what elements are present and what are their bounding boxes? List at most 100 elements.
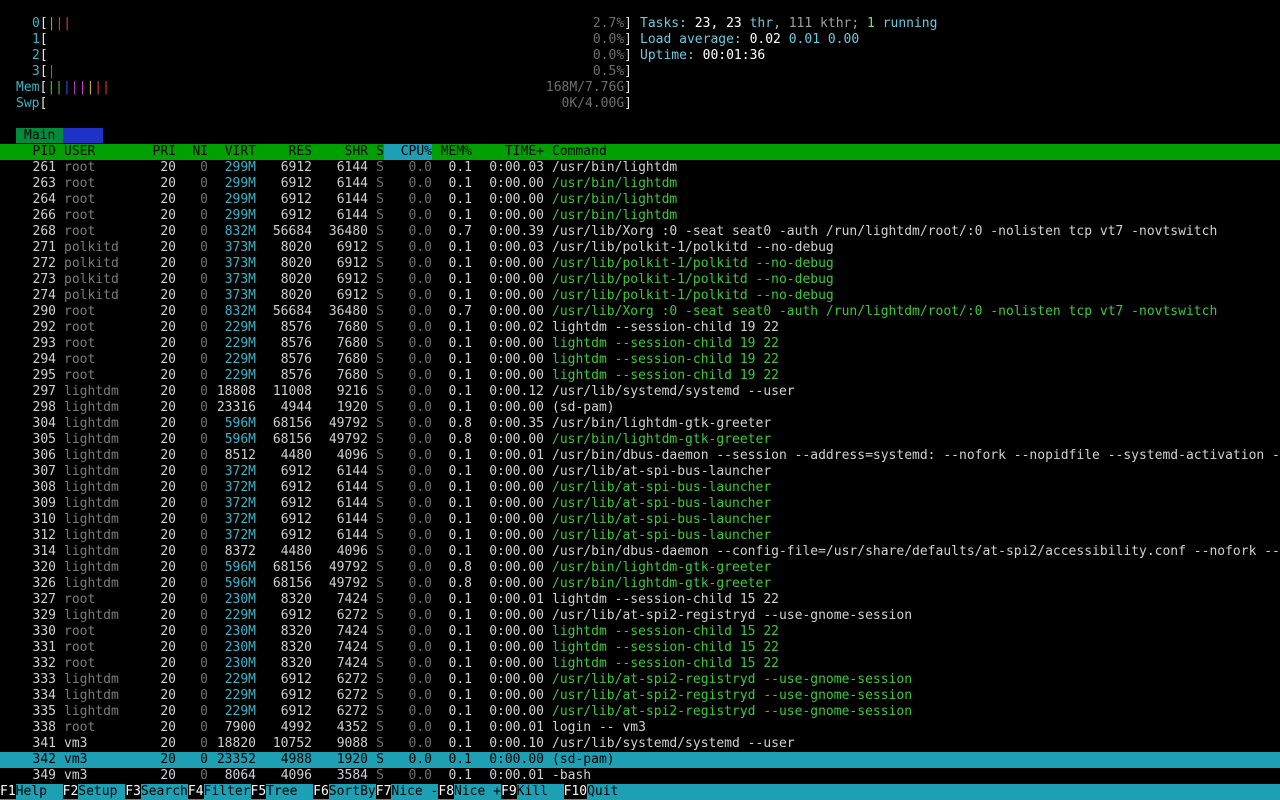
process-row[interactable]: 341 vm3 20 0 18820 10752 9088 S 0.0 0.1 0:00.10/us… (0, 736, 1280, 752)
process-row[interactable]: 297 lightdm 20 0 18808 11008 9216 S 0.0 0.1 0:00.1… (0, 384, 1280, 400)
process-row[interactable]: 264 root 20 0 299M 6912 6144 S 0.0 0.1 0:00.00/usr… (0, 192, 1280, 208)
process-row[interactable]: 334 lightdm 20 0 229M 6912 6272 S 0.0 0.1 0:00.00 /… (0, 688, 1280, 704)
process-row[interactable]: 304 lightdm 20 0 596M 68156 49792 S 0.0 0.8 0:00.3… (0, 416, 1280, 432)
process-row[interactable]: 272 polkitd 20 0 373M 8020 6912 S 0.0 0.1 0:00.00 /… (0, 256, 1280, 272)
process-row[interactable]: 330 root 20 0 230M 8320 7424 S 0.0 0.1 0:00.00 ligh… (0, 624, 1280, 640)
pri-cell: 20 (160, 736, 176, 751)
process-row[interactable]: 271 polkitd 20 0 373M 8020 6912 S 0.0 0.1 0:00.03 /… (0, 240, 1280, 256)
cpu-cell: 0.0 (408, 176, 432, 191)
process-row[interactable]: 266 root 20 0 299M 6912 6144 S 0.0 0.1 0:00.00/usr… (0, 208, 1280, 224)
tab-main[interactable]: Main (16, 128, 64, 143)
user-cell: root (64, 160, 96, 175)
fkey-f10[interactable]: F10 (563, 784, 588, 799)
process-row[interactable]: 290 root 20 0 832M 56684 36480 S 0.0 0.7 0:00.00/u… (0, 304, 1280, 320)
process-row[interactable]: 335 lightdm 20 0 229M 6912 6272 S 0.0 0.1 0:00.00 /… (0, 704, 1280, 720)
column-header-cpu[interactable]: CPU% (384, 144, 432, 160)
process-row[interactable]: 309 lightdm 20 0 372M 6912 6144 S 0.0 0.1 0:00.00 /… (0, 496, 1280, 512)
fkey-label-f3[interactable]: Search (141, 784, 188, 799)
process-row[interactable]: 307 lightdm 20 0 372M 6912 6144 S 0.0 0.1 0:00.00 /… (0, 464, 1280, 480)
process-row[interactable]: 306 lightdm 20 0 8512 4480 4096 S 0.0 0.1 0:00.01 /… (0, 448, 1280, 464)
column-header-command[interactable]: Command (544, 144, 1280, 160)
cpu-cell: 0.0 (408, 208, 432, 223)
process-row[interactable]: 261 root 20 0 299M 6912 6144 S 0.0 0.1 0:00.03/usr… (0, 160, 1280, 176)
time-cell: 0:00.01 (489, 720, 544, 735)
virt-cell: 372M (224, 464, 256, 479)
fkey-label-f6[interactable]: SortBy (329, 784, 376, 799)
process-row[interactable]: 292 root 20 0 229M 8576 7680 S 0.0 0.1 0:00.02 ligh… (0, 320, 1280, 336)
res-cell: 8320 (280, 656, 312, 671)
process-row[interactable]: 274 polkitd 20 0 373M 8020 6912 S 0.0 0.1 0:00.00 /… (0, 288, 1280, 304)
column-header-time[interactable]: TIME+ (472, 144, 544, 160)
fkey-f7[interactable]: F7 (375, 784, 392, 799)
virt-cell: 373M (224, 256, 256, 271)
column-header-mem[interactable]: MEM% (432, 144, 472, 160)
process-row[interactable]: 320 lightdm 20 0 596M 68156 49792 S 0.0 0.8 0:00.0… (0, 560, 1280, 576)
fkey-label-f4[interactable]: Filter (204, 784, 251, 799)
fkey-label-f9[interactable]: Kill (517, 784, 564, 799)
column-header-s[interactable]: S (368, 144, 384, 160)
column-header-shr[interactable]: SHR (312, 144, 368, 160)
column-header-user[interactable]: USER (56, 144, 144, 160)
process-row[interactable]: 314 lightdm 20 0 8372 4480 4096 S 0.0 0.1 0:00.00 /… (0, 544, 1280, 560)
tab-io[interactable]: I/O (63, 128, 103, 143)
pri-cell: 20 (160, 272, 176, 287)
res-cell: 10752 (272, 736, 312, 751)
process-row[interactable]: 326 lightdm 20 0 596M 68156 49792 S 0.0 0.8 0:00.0… (0, 576, 1280, 592)
column-header-virt[interactable]: VIRT (208, 144, 256, 160)
process-row[interactable]: 333 lightdm 20 0 229M 6912 6272 S 0.0 0.1 0:00.00 /… (0, 672, 1280, 688)
process-row[interactable]: 308 lightdm 20 0 372M 6912 6144 S 0.0 0.1 0:00.00 /… (0, 480, 1280, 496)
process-row[interactable]: 349 vm3 20 0 8064 4096 3584 S 0.0 0.1 0:00.01 -bash (0, 768, 1280, 784)
ni-cell: 0 (200, 752, 208, 767)
process-row[interactable]: 294 root 20 0 229M 8576 7680 S 0.0 0.1 0:00.00 ligh… (0, 352, 1280, 368)
state-cell: S (376, 320, 384, 335)
process-row[interactable]: 298 lightdm 20 0 23316 4944 1920 S 0.0 0.1 0:00.00… (0, 400, 1280, 416)
process-row[interactable]: 342 vm3 20 0 23352 4988 1920 S 0.0 0.1 0:00.00 (sd-… (0, 752, 1280, 768)
fkey-label-f2[interactable]: Setup (78, 784, 125, 799)
fkey-label-f5[interactable]: Tree (266, 784, 313, 799)
fkey-label-f7[interactable]: Nice - (391, 784, 438, 799)
process-row[interactable]: 310 lightdm 20 0 372M 6912 6144 S 0.0 0.1 0:00.00 /… (0, 512, 1280, 528)
process-row[interactable]: 293 root 20 0 229M 8576 7680 S 0.0 0.1 0:00.00 ligh… (0, 336, 1280, 352)
fkey-f5[interactable]: F5 (250, 784, 267, 799)
fkey-label-f10[interactable]: Quit (587, 784, 618, 799)
column-header-pid[interactable]: PID (0, 144, 56, 160)
fkey-f9[interactable]: F9 (501, 784, 517, 799)
fkey-f2[interactable]: F2 (62, 784, 79, 799)
process-row[interactable]: 338 root 20 0 7900 4992 4352 S 0.0 0.1 0:00.01 logi… (0, 720, 1280, 736)
user-cell: lightdm (64, 528, 119, 543)
cpu-cell: 0.0 (408, 416, 432, 431)
fkey-f3[interactable]: F3 (125, 784, 141, 799)
column-header-ni[interactable]: NI (176, 144, 208, 160)
process-row[interactable]: 327 root 20 0 230M 8320 7424 S 0.0 0.1 0:00.01 ligh… (0, 592, 1280, 608)
state-cell: S (376, 672, 384, 687)
process-row[interactable]: 295 root 20 0 229M 8576 7680 S 0.0 0.1 0:00.00 ligh… (0, 368, 1280, 384)
command-cell: /usr/lib/Xorg :0 -seat seat0 -auth /run/… (552, 304, 1218, 319)
cpu0-meter: 0[||| (32, 16, 72, 31)
user-cell: root (64, 320, 96, 335)
mem-cell: 0.8 (448, 432, 472, 447)
process-row[interactable]: 331 root 20 0 230M 8320 7424 S 0.0 0.1 0:00.00 ligh… (0, 640, 1280, 656)
process-row[interactable]: 273 polkitd 20 0 373M 8020 6912 S 0.0 0.1 0:00.00 /… (0, 272, 1280, 288)
process-row[interactable]: 263 root 20 0 299M 6912 6144 S 0.0 0.1 0:00.00/usr… (0, 176, 1280, 192)
process-row[interactable]: 329 lightdm 20 0 229M 6912 6272 S 0.0 0.1 0:00.00 /… (0, 608, 1280, 624)
process-row[interactable]: 305 lightdm 20 0 596M 68156 49792 S 0.0 0.8 0:00.0… (0, 432, 1280, 448)
fkey-f1[interactable]: F1 (0, 784, 16, 799)
user-cell: lightdm (64, 560, 119, 575)
fkey-f4[interactable]: F4 (187, 784, 204, 799)
process-row[interactable]: 312 lightdm 20 0 372M 6912 6144 S 0.0 0.1 0:00.00 /… (0, 528, 1280, 544)
process-row[interactable]: 268 root 20 0 832M 56684 36480 S 0.0 0.7 0:00.39/u… (0, 224, 1280, 240)
fkey-f8[interactable]: F8 (438, 784, 455, 799)
shr-cell: 6272 (336, 688, 368, 703)
time-cell: 0:00.00 (489, 256, 544, 271)
fkey-label-f1[interactable]: Help (16, 784, 63, 799)
column-header-pri[interactable]: PRI (144, 144, 176, 160)
pri-cell: 20 (160, 160, 176, 175)
process-row[interactable]: 332 root 20 0 230M 8320 7424 S 0.0 0.1 0:00.00 ligh… (0, 656, 1280, 672)
fkey-f6[interactable]: F6 (313, 784, 329, 799)
time-cell: 0:00.39 (489, 224, 544, 239)
res-cell: 8020 (280, 272, 312, 287)
fkey-label-f8[interactable]: Nice + (454, 784, 501, 799)
command-cell: /usr/lib/Xorg :0 -seat seat0 -auth /run/… (552, 224, 1218, 239)
pid-cell: 342 (32, 752, 56, 767)
column-header-res[interactable]: RES (256, 144, 312, 160)
